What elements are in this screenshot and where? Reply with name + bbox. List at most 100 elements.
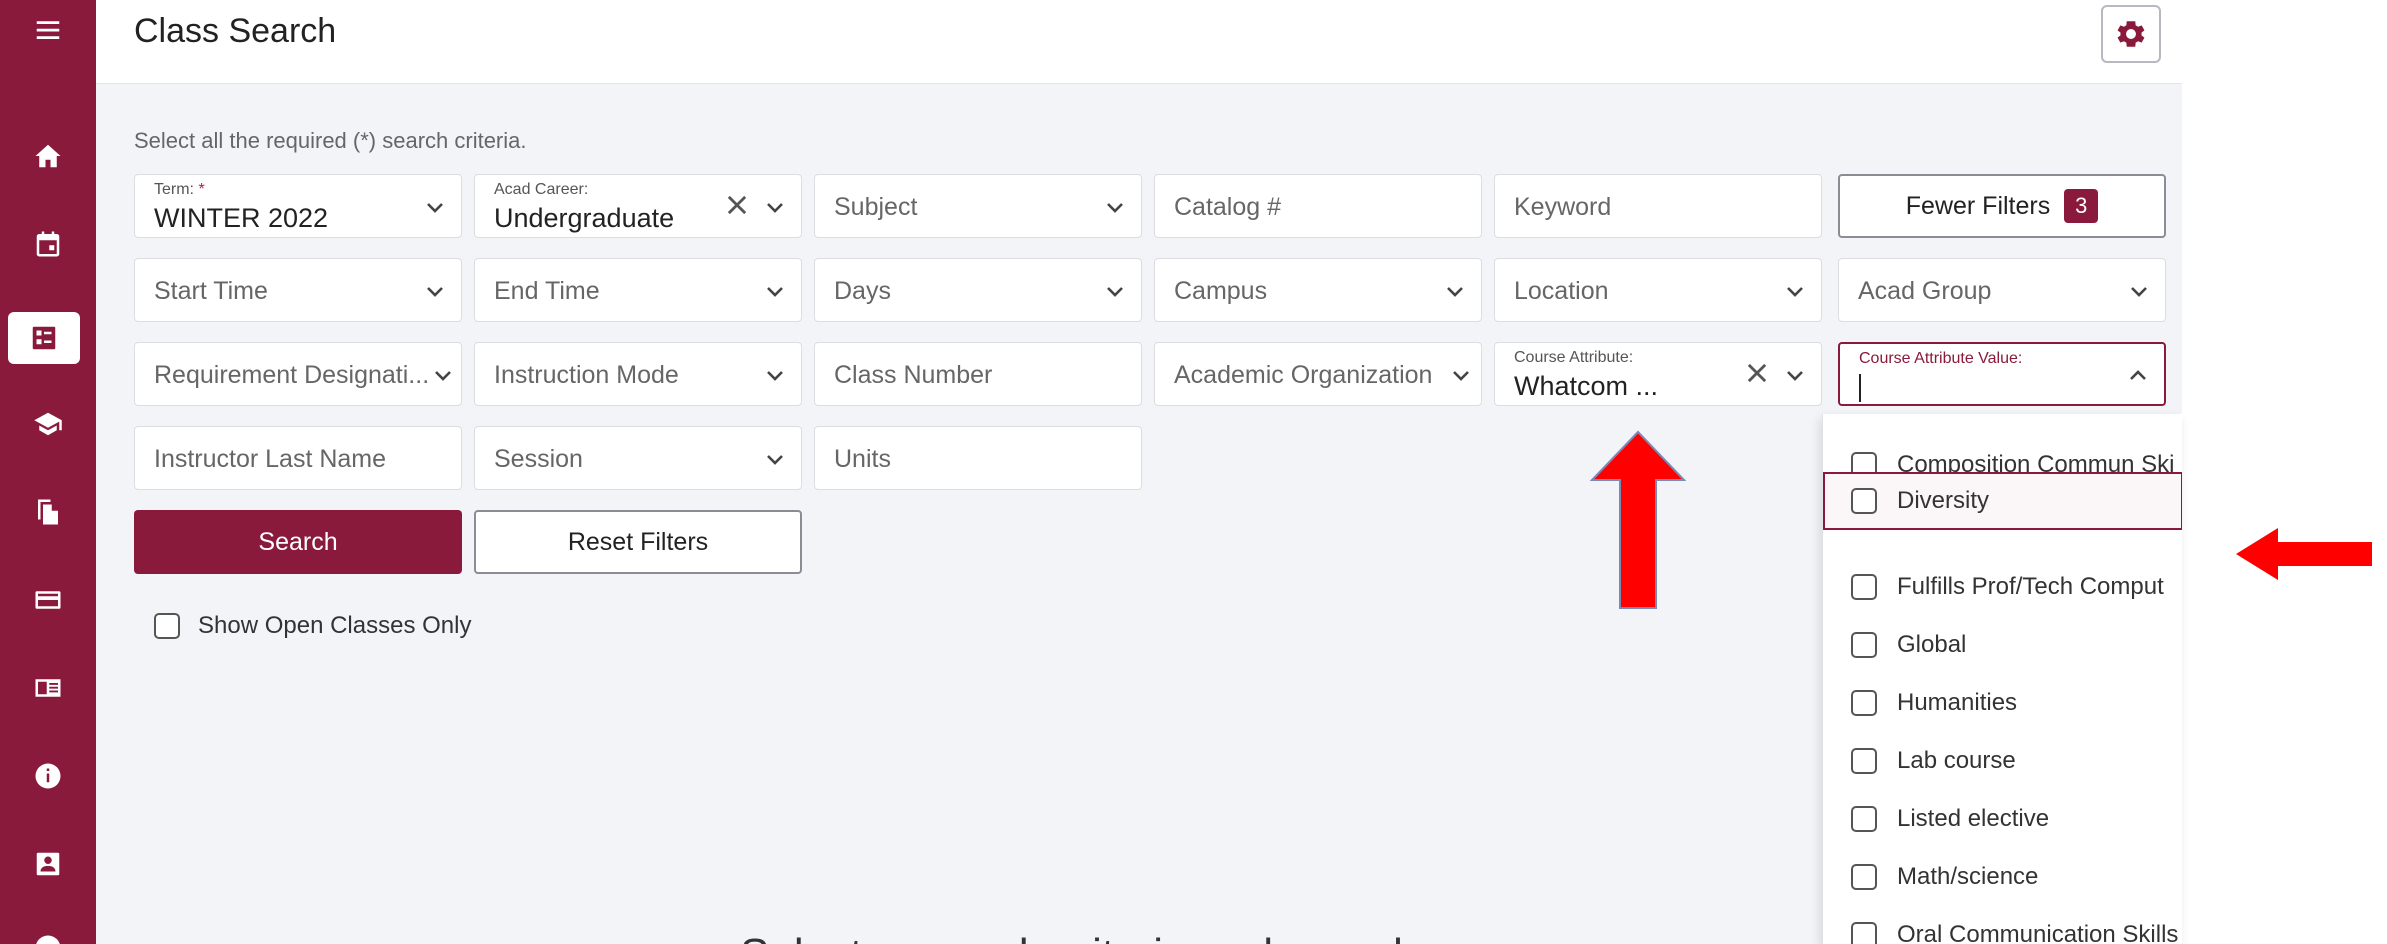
clear-icon[interactable] <box>723 191 751 219</box>
instruction-mode-select[interactable]: Instruction Mode <box>474 342 802 406</box>
catalog-input[interactable]: Catalog # <box>1154 174 1482 238</box>
course-attribute-value-label: Course Attribute Value: <box>1859 350 2023 367</box>
term-label: Term: * <box>154 181 205 198</box>
checkbox[interactable] <box>1851 806 1877 832</box>
term-value: WINTER 2022 <box>154 203 329 233</box>
chevron-down-icon <box>763 195 787 219</box>
profile-icon[interactable] <box>24 840 72 888</box>
settings-button[interactable] <box>2101 5 2161 63</box>
card-icon[interactable] <box>24 576 72 624</box>
option-lab-course[interactable]: Lab course <box>1823 732 2182 790</box>
chevron-down-icon <box>1443 279 1467 303</box>
chevron-up-icon <box>2126 364 2150 388</box>
keyword-input[interactable]: Keyword <box>1494 174 1822 238</box>
annotation-arrow-left-icon <box>2236 528 2372 580</box>
class-number-input[interactable]: Class Number <box>814 342 1142 406</box>
search-instructions: Select all the required (*) search crite… <box>134 128 527 153</box>
chevron-down-icon <box>763 279 787 303</box>
instruction-mode-placeholder: Instruction Mode <box>494 361 679 389</box>
acad-group-placeholder: Acad Group <box>1858 277 1992 305</box>
checkbox[interactable] <box>1851 574 1877 600</box>
text-cursor <box>1859 374 1861 402</box>
filter-count-badge: 3 <box>2064 189 2099 223</box>
home-icon[interactable] <box>24 132 72 180</box>
search-button[interactable]: Search <box>134 510 462 574</box>
checkbox[interactable] <box>1851 632 1877 658</box>
option-listed-elective[interactable]: Listed elective <box>1823 790 2182 848</box>
info-icon[interactable] <box>24 752 72 800</box>
units-placeholder: Units <box>834 445 891 473</box>
chevron-down-icon <box>763 447 787 471</box>
checkbox[interactable] <box>1851 748 1877 774</box>
keyword-placeholder: Keyword <box>1514 193 1612 221</box>
instructor-placeholder: Instructor Last Name <box>154 445 387 473</box>
option-diversity[interactable]: Diversity <box>1823 472 2182 530</box>
days-select[interactable]: Days <box>814 258 1142 322</box>
start-time-placeholder: Start Time <box>154 277 268 305</box>
subject-placeholder: Subject <box>834 193 918 221</box>
show-open-classes-label: Show Open Classes Only <box>198 612 472 639</box>
annotation-arrow-up-icon <box>1590 430 1686 609</box>
session-placeholder: Session <box>494 445 583 473</box>
term-select[interactable]: Term: * WINTER 2022 <box>134 174 462 238</box>
acad-group-select[interactable]: Acad Group <box>1838 258 2166 322</box>
page-margin <box>2182 0 2387 944</box>
checkbox[interactable] <box>1851 690 1877 716</box>
option-oral-communication[interactable]: Oral Communication Skills <box>1823 906 2182 944</box>
chevron-down-icon <box>1449 363 1473 387</box>
checkbox[interactable] <box>154 613 180 639</box>
graduation-cap-icon[interactable] <box>24 400 72 448</box>
show-open-classes-checkbox[interactable]: Show Open Classes Only <box>154 612 471 640</box>
acad-career-select[interactable]: Acad Career: Undergraduate <box>474 174 802 238</box>
chevron-down-icon <box>1783 363 1807 387</box>
clear-icon[interactable] <box>1743 359 1771 387</box>
checkbox[interactable] <box>1851 488 1877 514</box>
option-humanities[interactable]: Humanities <box>1823 674 2182 732</box>
session-select[interactable]: Session <box>474 426 802 490</box>
acad-career-label: Acad Career: <box>494 181 589 198</box>
chevron-down-icon <box>1783 279 1807 303</box>
days-placeholder: Days <box>834 277 891 305</box>
chevron-down-icon <box>1103 279 1127 303</box>
location-select[interactable]: Location <box>1494 258 1822 322</box>
option-global[interactable]: Global <box>1823 616 2182 674</box>
fewer-filters-button[interactable]: Fewer Filters 3 <box>1838 174 2166 238</box>
catalog-placeholder: Catalog # <box>1174 193 1282 221</box>
course-attribute-value-dropdown: Composition Commun Ski Diversity Fulfill… <box>1822 414 2182 944</box>
chevron-down-icon <box>763 363 787 387</box>
course-attribute-value: Whatcom ... <box>1514 371 1659 401</box>
start-time-select[interactable]: Start Time <box>134 258 462 322</box>
campus-select[interactable]: Campus <box>1154 258 1482 322</box>
instructor-last-name-input[interactable]: Instructor Last Name <box>134 426 462 490</box>
requirement-designation-select[interactable]: Requirement Designati... <box>134 342 462 406</box>
end-time-placeholder: End Time <box>494 277 600 305</box>
chevron-down-icon <box>2127 279 2151 303</box>
class-search-icon[interactable] <box>8 312 80 364</box>
acad-career-value: Undergraduate <box>494 203 675 233</box>
requirement-placeholder: Requirement Designati... <box>154 361 430 389</box>
checkbox[interactable] <box>1851 922 1877 944</box>
course-attribute-select[interactable]: Course Attribute: Whatcom ... <box>1494 342 1822 406</box>
option-math-science[interactable]: Math/science <box>1823 848 2182 906</box>
catalog-icon[interactable] <box>24 664 72 712</box>
more-icon[interactable] <box>24 924 72 944</box>
class-number-placeholder: Class Number <box>834 361 993 389</box>
reset-filters-button[interactable]: Reset Filters <box>474 510 802 574</box>
units-input[interactable]: Units <box>814 426 1142 490</box>
sidebar <box>0 0 96 944</box>
checkbox[interactable] <box>1851 864 1877 890</box>
option-fulfills-prof-tech[interactable]: Fulfills Prof/Tech Comput <box>1823 558 2182 616</box>
end-time-select[interactable]: End Time <box>474 258 802 322</box>
no-results-message: Select a search criteria and search <box>740 930 1417 944</box>
documents-icon[interactable] <box>24 488 72 536</box>
chevron-down-icon <box>431 363 455 387</box>
subject-select[interactable]: Subject <box>814 174 1142 238</box>
course-attribute-value-select[interactable]: Course Attribute Value: <box>1838 342 2166 406</box>
fewer-filters-label: Fewer Filters <box>1905 191 2051 220</box>
gear-icon <box>2117 21 2145 47</box>
page-title: Class Search <box>134 12 337 50</box>
menu-icon[interactable] <box>24 6 72 54</box>
academic-organization-select[interactable]: Academic Organization <box>1154 342 1482 406</box>
page-header: Class Search <box>96 0 2182 84</box>
calendar-icon[interactable] <box>24 220 72 268</box>
